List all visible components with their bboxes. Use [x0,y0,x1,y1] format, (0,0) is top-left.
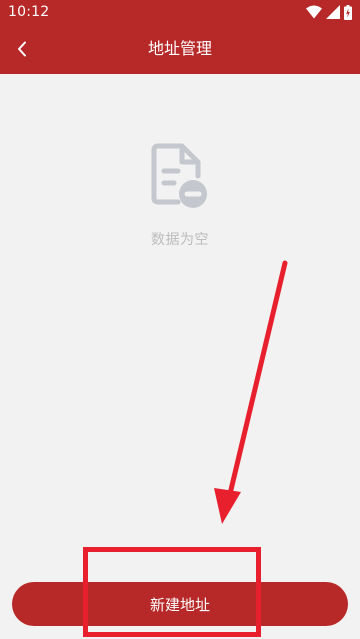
document-remove-icon [151,143,207,208]
status-time: 10:12 [8,4,50,20]
chevron-left-icon [18,41,26,57]
battery-icon [344,4,352,20]
status-bar: 10:12 [0,0,360,24]
status-icons [306,4,352,20]
page-title: 地址管理 [147,39,212,58]
empty-state-message: 数据为空 [151,232,209,248]
cellular-signal-icon [326,5,340,19]
annotation-arrow [214,260,288,524]
add-address-button[interactable]: 新建地址 [12,582,348,626]
wifi-icon [306,5,322,19]
app-bar: 地址管理 [0,24,360,74]
empty-state: 数据为空 [0,140,360,250]
back-button[interactable] [4,31,40,67]
